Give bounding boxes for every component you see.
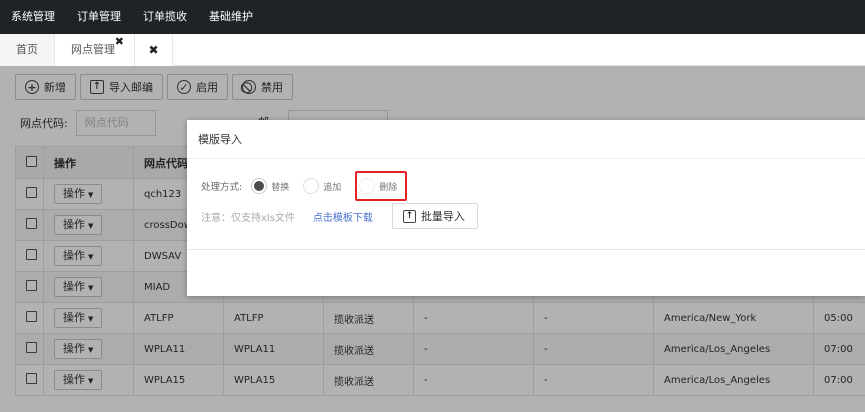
radio-append-label[interactable]: 追加 — [323, 180, 341, 193]
tab-outlet-management[interactable]: 网点管理 ✖ — [55, 34, 135, 66]
radio-delete[interactable] — [359, 178, 376, 194]
process-mode-label: 处理方式: — [201, 182, 243, 193]
tab-bar: 首页 网点管理 ✖ ✖ — [0, 34, 865, 66]
close-all-icon[interactable]: ✖ — [135, 34, 173, 66]
batch-import-button[interactable]: ↑ 批量导入 — [391, 203, 478, 229]
import-row: 注意：仅支持xls文件 点击模板下载 ↑ 批量导入 — [201, 203, 478, 229]
close-icon[interactable]: ✖ — [115, 26, 124, 58]
radio-replace-label[interactable]: 替换 — [271, 180, 289, 193]
template-import-dialog: 模版导入 处理方式: 替换 追加 删除 注意：仅支持xls文件 点击模板下载 ↑… — [187, 120, 865, 296]
process-mode-row: 处理方式: 替换 追加 删除 — [201, 171, 408, 201]
batch-import-label: 批量导入 — [420, 210, 465, 223]
xls-only-note: 注意：仅支持xls文件 — [201, 212, 295, 224]
delete-option-highlight[interactable]: 删除 — [355, 171, 408, 201]
tab-home[interactable]: 首页 — [0, 34, 55, 66]
dialog-body: 处理方式: 替换 追加 删除 注意：仅支持xls文件 点击模板下载 ↑ 批量导入 — [187, 159, 865, 250]
radio-replace[interactable] — [251, 178, 268, 194]
template-download-link[interactable]: 点击模板下载 — [313, 209, 373, 224]
top-nav: 系统管理 订单管理 订单揽收 基础维护 — [0, 0, 865, 34]
nav-system-management[interactable]: 系统管理 — [0, 0, 66, 34]
tab-outlet-management-label: 网点管理 — [71, 43, 115, 56]
dialog-title: 模版导入 — [187, 120, 865, 159]
nav-basic-maintenance[interactable]: 基础维护 — [198, 0, 264, 34]
radio-delete-label[interactable]: 删除 — [379, 180, 397, 193]
nav-order-pickup[interactable]: 订单揽收 — [132, 0, 198, 34]
radio-append[interactable] — [303, 178, 320, 194]
upload-icon: ↑ — [402, 209, 416, 223]
